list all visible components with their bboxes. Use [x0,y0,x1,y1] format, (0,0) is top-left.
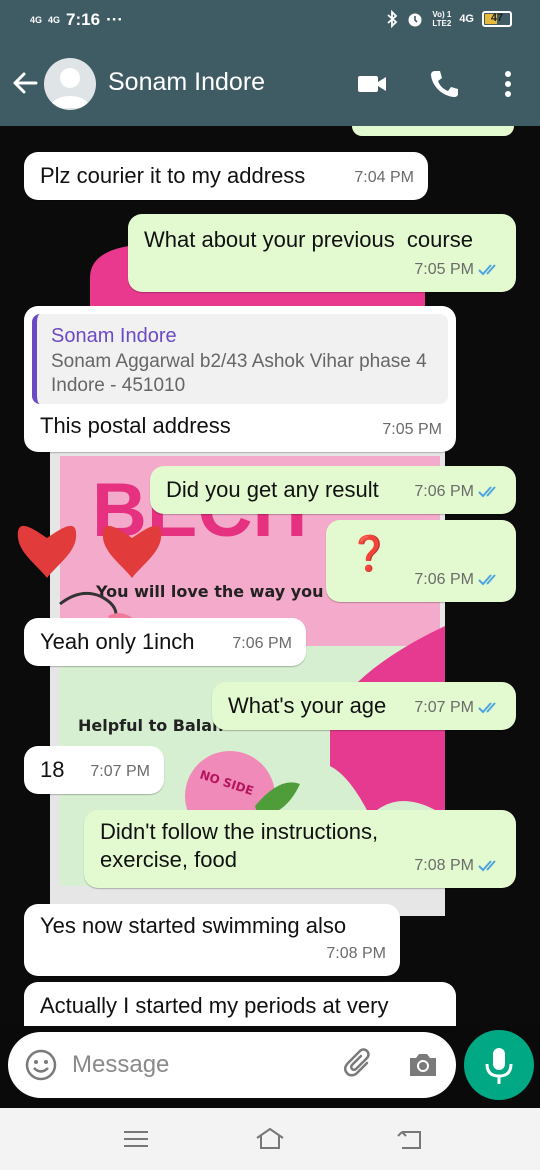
video-call-icon[interactable] [354,66,390,102]
message-time: 7:07 PM [90,763,150,780]
attach-icon[interactable] [340,1046,378,1084]
message-text: Yeah only 1inch [40,629,195,654]
message-bubble-incoming[interactable]: Plz courier it to my address 7:04 PM [24,152,428,200]
message-time: 7:08 PM [414,857,474,874]
mic-button[interactable] [464,1030,534,1100]
message-bubble-incoming[interactable]: Yeah only 1inch 7:06 PM [24,618,306,666]
clock: 7:16 [66,10,101,29]
message-time: 7:04 PM [354,169,414,186]
read-ticks-icon [478,702,496,714]
message-meta: 7:06 PM [414,478,502,506]
wallpaper-sub: Helpful to Balan [78,716,223,735]
message-time: 7:07 PM [414,699,474,716]
home-icon[interactable] [254,1124,286,1154]
status-left: 4G 4G 7:16 ··· [30,10,123,30]
message-box[interactable] [8,1032,456,1098]
avatar[interactable] [44,58,96,110]
network-indicator-2: 4G [48,14,61,25]
chat-header: Sonam Indore [0,42,540,126]
volte-label: Vo) 1 LTE2 [432,10,452,28]
message-meta: 7:08 PM [414,852,502,880]
message-meta: 7:04 PM [354,164,414,192]
quoted-sender: Sonam Indore [51,325,177,347]
message-time: 7:06 PM [232,635,292,652]
message-meta: 7:05 PM [414,256,502,284]
message-text: Plz courier it to my address [40,163,306,188]
network-indicator: 4G [30,14,43,25]
emoji-icon[interactable] [22,1046,60,1084]
message-time: 7:06 PM [414,571,474,588]
read-ticks-icon [478,860,496,872]
message-text: 18 [40,757,65,782]
read-ticks-icon [478,574,496,586]
message-time: 7:05 PM [414,261,474,278]
message-text: Didn't follow the instructions, exercise… [100,819,379,872]
read-ticks-icon [478,264,496,276]
message-bubble-incoming[interactable]: 18 7:07 PM [24,746,164,794]
read-ticks-icon [478,486,496,498]
message-time: 7:08 PM [326,945,386,962]
more-vert-icon[interactable] [490,66,526,102]
message-bubble-incoming[interactable]: Yes now started swimming also 7:08 PM [24,904,400,976]
back-nav-icon[interactable] [394,1124,426,1154]
message-bubble-incoming[interactable]: Sonam Indore Sonam Aggarwal b2/43 Ashok … [24,306,456,452]
status-bar: 4G 4G 7:16 ··· Vo) 1 LTE2 4G 47 [0,0,540,42]
chat-area[interactable]: BECH You will love the way you lo Helpfu… [0,126,540,1026]
message-bubble-outgoing[interactable]: What about your previous course 7:05 PM [128,214,516,292]
network-indicator-right: 4G [459,13,474,25]
message-text: Yes now started swimming also [40,913,347,938]
message-bubble-outgoing[interactable]: What's your age 7:07 PM [212,682,516,730]
message-meta: 7:06 PM [414,566,502,594]
message-text: Did you get any result [166,477,379,502]
message-bubble-outgoing[interactable]: Did you get any result 7:06 PM [150,466,516,514]
bluetooth-icon [387,10,398,28]
message-meta: 7:06 PM [232,630,292,658]
message-time: 7:06 PM [414,483,474,500]
message-emoji: ❓ [348,535,391,573]
message-meta: 7:05 PM [382,416,442,444]
recent-apps-icon[interactable] [120,1124,152,1154]
camera-icon[interactable] [404,1046,442,1084]
message-meta: 7:07 PM [90,758,150,786]
wallpaper-tagline: You will love the way you lo [95,582,346,601]
message-bubble-outgoing[interactable]: Didn't follow the instructions, exercise… [84,810,516,888]
message-text: Actually I started my periods at very [40,993,389,1018]
alarm-icon [408,13,422,27]
compose-bar [0,1026,540,1108]
message-meta: 7:08 PM [326,940,386,968]
message-time: 7:05 PM [382,421,442,438]
quoted-message[interactable]: Sonam Indore Sonam Aggarwal b2/43 Ashok … [32,314,448,404]
phone-icon[interactable] [426,66,462,102]
mic-icon [485,1048,513,1084]
battery-icon: 47 [482,11,512,27]
battery-level: 47 [490,12,504,24]
message-meta: 7:07 PM [414,694,502,722]
back-arrow-icon[interactable] [8,66,42,100]
message-text: This postal address [40,413,231,438]
message-input[interactable] [72,1046,322,1084]
message-text: What's your age [228,693,387,718]
message-text: What about your previous course [144,227,473,252]
notification-overflow: ··· [106,10,124,29]
contact-name[interactable]: Sonam Indore [108,68,265,97]
status-right: Vo) 1 LTE2 4G 47 [386,10,512,28]
system-nav-bar [0,1108,540,1170]
message-bubble-incoming[interactable]: Actually I started my periods at very [24,982,456,1026]
default-avatar-icon [50,68,90,108]
message-bubble-outgoing[interactable]: ❓ 7:06 PM [326,520,516,602]
quoted-text: Sonam Aggarwal b2/43 Ashok Vihar phase 4… [51,351,427,396]
